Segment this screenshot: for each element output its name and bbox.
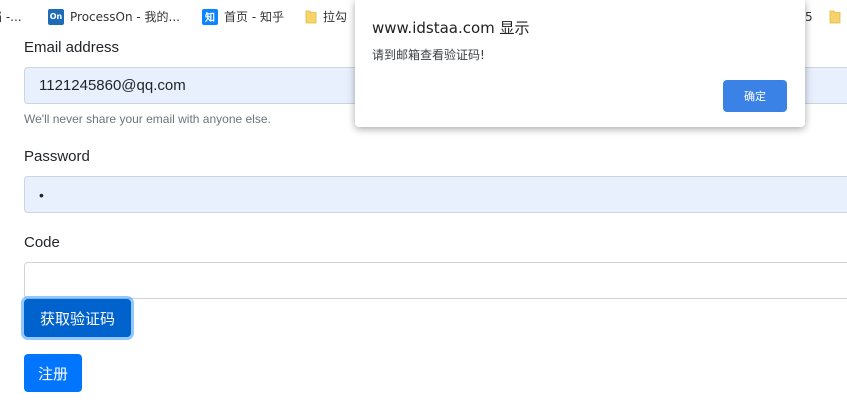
code-label: Code — [24, 234, 60, 251]
page: 档 -... On ProcessOn - 我的... 知 首页 - 知乎 拉勾… — [0, 0, 847, 412]
code-field[interactable] — [24, 262, 847, 299]
processon-icon: On — [48, 8, 64, 25]
folder-icon — [305, 10, 317, 23]
email-label: Email address — [24, 39, 120, 56]
email-help-text: We'll never share your email with anyone… — [24, 112, 271, 126]
zhihu-icon: 知 — [202, 8, 218, 25]
bookmark-zhihu[interactable]: 知 首页 - 知乎 — [202, 0, 284, 33]
bookmark-label: 首页 - 知乎 — [224, 10, 284, 24]
folder-icon — [829, 10, 841, 23]
bookmark-item-0[interactable]: 档 -... — [0, 0, 22, 33]
alert-dialog: www.idstaa.com 显示 请到邮箱查看验证码! 确定 — [355, 0, 805, 127]
bookmark-item-4[interactable]: 5 — [805, 0, 841, 33]
bookmark-label: 档 -... — [0, 10, 22, 24]
password-label: Password — [24, 148, 90, 165]
dialog-message: 请到邮箱查看验证码! — [372, 48, 485, 62]
bookmark-label: ProcessOn - 我的... — [70, 10, 180, 24]
dialog-ok-button[interactable]: 确定 — [723, 80, 787, 112]
bookmark-label: 5 — [805, 9, 813, 24]
bookmark-processon[interactable]: On ProcessOn - 我的... — [48, 0, 180, 33]
dialog-title: www.idstaa.com 显示 — [372, 19, 530, 37]
password-field[interactable]: • — [24, 176, 847, 213]
password-value: • — [39, 186, 44, 203]
register-button[interactable]: 注册 — [24, 354, 82, 392]
email-value: 1121245860@qq.com — [39, 77, 186, 94]
bookmark-lagou[interactable]: 拉勾 — [305, 0, 347, 33]
get-code-button[interactable]: 获取验证码 — [24, 299, 131, 337]
bookmark-label: 拉勾 — [323, 10, 348, 24]
